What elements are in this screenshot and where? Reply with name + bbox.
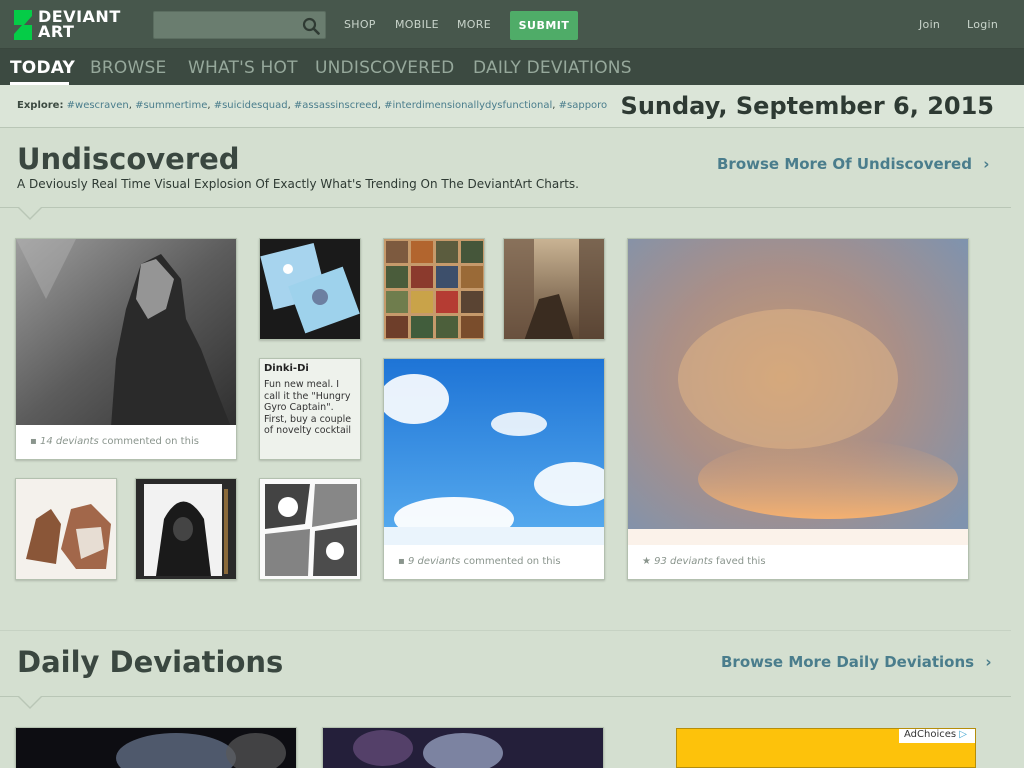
- section-divider: [0, 630, 1011, 631]
- nav-mobile-link[interactable]: MOBILE: [395, 18, 439, 31]
- tab-whats-hot[interactable]: WHAT'S HOT: [188, 58, 298, 78]
- join-link[interactable]: Join: [919, 18, 940, 31]
- section-divider: [0, 696, 1011, 697]
- undiscovered-title: Undiscovered: [17, 142, 240, 176]
- browse-more-daily-label: Browse More Daily Deviations: [721, 653, 975, 671]
- deviant-count: 9 deviants: [407, 556, 461, 567]
- deviation-card[interactable]: ★ 93 deviants faved this: [627, 238, 969, 580]
- explore-tag[interactable]: #sapporo: [559, 100, 608, 111]
- deviantart-logo-icon: [14, 10, 32, 40]
- undiscovered-subtitle: A Deviously Real Time Visual Explosion O…: [17, 177, 579, 191]
- browse-more-daily-link[interactable]: Browse More Daily Deviations ›: [721, 653, 992, 671]
- deviant-count: 93 deviants: [654, 556, 713, 567]
- search-box: [153, 11, 326, 39]
- deviation-card[interactable]: [259, 478, 361, 580]
- card-action-text: commented on this: [101, 436, 199, 447]
- tab-daily-deviations[interactable]: DAILY DEVIATIONS: [473, 58, 632, 78]
- deviation-card[interactable]: [503, 238, 605, 340]
- adchoices-icon: ▷: [959, 729, 967, 740]
- deviation-card[interactable]: [259, 238, 361, 340]
- deviation-card[interactable]: ▪ 14 deviants commented on this: [15, 238, 237, 460]
- card-footer: ▪ 9 deviants commented on this: [384, 545, 604, 579]
- explore-tags: Explore: #wescraven, #summertime, #suici…: [17, 100, 608, 111]
- deviation-thumbnail: [628, 239, 968, 547]
- browse-more-undiscovered-label: Browse More Of Undiscovered: [717, 155, 972, 173]
- explore-row: Explore: #wescraven, #summertime, #suici…: [0, 85, 1024, 128]
- card-footer: ★ 93 deviants faved this: [628, 545, 968, 579]
- deviation-thumbnail: [16, 239, 236, 427]
- browse-more-undiscovered-link[interactable]: Browse More Of Undiscovered ›: [717, 155, 989, 173]
- explore-tag[interactable]: #suicidesquad: [214, 100, 288, 111]
- deviation-card[interactable]: [15, 727, 297, 768]
- top-bar: DEVIANT ART SHOP MOBILE MORE SUBMIT Join…: [0, 0, 1024, 49]
- daily-deviations-title: Daily Deviations: [17, 645, 284, 679]
- deviation-thumbnail: [260, 479, 360, 579]
- literature-card[interactable]: Dinki-Di Fun new meal. I call it the "Hu…: [259, 358, 361, 460]
- card-action-text: commented on this: [463, 556, 561, 567]
- deviation-thumbnail: [384, 239, 484, 339]
- tab-today[interactable]: TODAY: [10, 58, 75, 78]
- card-footer: ▪ 14 deviants commented on this: [16, 425, 236, 459]
- adchoices-label: AdChoices: [904, 729, 957, 740]
- deviation-thumbnail: [504, 239, 604, 339]
- deviation-thumbnail: [16, 728, 296, 768]
- search-icon[interactable]: [302, 17, 320, 35]
- deviant-count: 14 deviants: [39, 436, 99, 447]
- search-input[interactable]: [154, 12, 294, 38]
- explore-tag[interactable]: #interdimensionallydysfunctional: [384, 100, 552, 111]
- deviation-thumbnail: [260, 239, 360, 339]
- deviation-card[interactable]: [135, 478, 237, 580]
- advertisement[interactable]: AdChoices ▷: [676, 728, 976, 768]
- nav-shop-link[interactable]: SHOP: [344, 18, 376, 31]
- explore-label: Explore:: [17, 100, 64, 111]
- adchoices-badge[interactable]: AdChoices ▷: [899, 729, 975, 743]
- deviation-thumbnail: [323, 728, 603, 768]
- chevron-right-icon: ›: [983, 155, 990, 173]
- deviation-card[interactable]: [322, 727, 604, 768]
- explore-tag[interactable]: #assassinscreed: [294, 100, 378, 111]
- nav-more-link[interactable]: MORE: [457, 18, 491, 31]
- current-date: Sunday, September 6, 2015: [620, 92, 994, 120]
- deviation-thumbnail: [16, 479, 116, 579]
- tab-bar: TODAY BROWSE WHAT'S HOT UNDISCOVERED DAI…: [0, 49, 1024, 85]
- explore-tag[interactable]: #summertime: [135, 100, 207, 111]
- submit-button[interactable]: SUBMIT: [510, 11, 578, 40]
- comment-icon: ▪: [398, 556, 405, 567]
- literature-title: Dinki-Di: [264, 363, 309, 374]
- comment-icon: ▪: [30, 436, 37, 447]
- card-action-text: faved this: [716, 556, 766, 567]
- literature-excerpt: Fun new meal. I call it the "Hungry Gyro…: [264, 379, 352, 436]
- deviation-card[interactable]: ▪ 9 deviants commented on this: [383, 358, 605, 580]
- logo-line-2: ART: [38, 22, 75, 41]
- login-link[interactable]: Login: [967, 18, 998, 31]
- deviantart-logo[interactable]: DEVIANT ART: [12, 8, 132, 42]
- tab-undiscovered[interactable]: UNDISCOVERED: [315, 58, 454, 78]
- deviation-thumbnail: [136, 479, 236, 579]
- explore-tag[interactable]: #wescraven: [67, 100, 129, 111]
- tab-browse[interactable]: BROWSE: [90, 58, 166, 78]
- star-icon: ★: [642, 556, 651, 567]
- deviation-thumbnail: [384, 359, 604, 547]
- section-divider: [0, 207, 1011, 208]
- deviation-card[interactable]: [15, 478, 117, 580]
- chevron-right-icon: ›: [985, 653, 992, 671]
- deviation-card[interactable]: [383, 238, 485, 340]
